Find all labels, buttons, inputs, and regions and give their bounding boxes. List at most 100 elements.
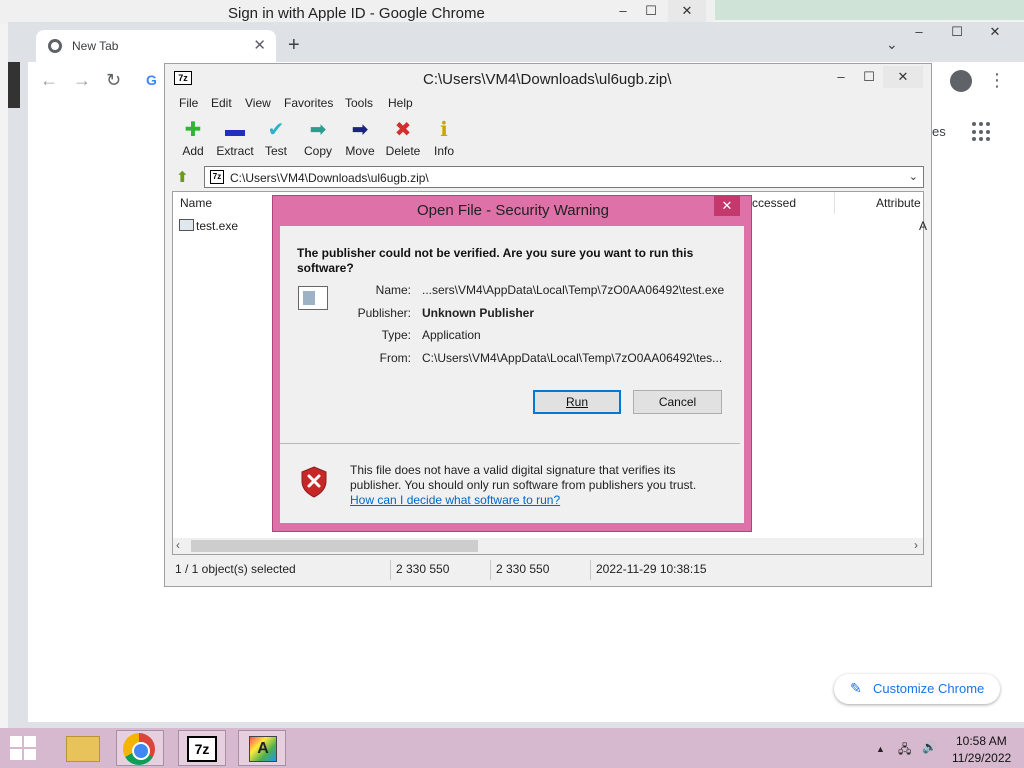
status-separator — [590, 560, 591, 580]
chrome-maximize-button[interactable]: ☐ — [938, 22, 976, 42]
tab-close-icon[interactable]: ✕ — [253, 36, 266, 54]
sevenzip-titlebar: 7z C:\Users\VM4\Downloads\ul6ugb.zip\ – … — [165, 64, 931, 94]
scroll-right-icon[interactable]: › — [914, 538, 918, 552]
chrome-minimize-button[interactable]: – — [900, 22, 938, 42]
google-apps-grid-icon[interactable] — [972, 122, 992, 142]
sevenzip-title: C:\Users\VM4\Downloads\ul6ugb.zip\ — [423, 71, 672, 88]
column-name[interactable]: Name — [180, 192, 212, 214]
warning-text: This file does not have a valid digital … — [350, 463, 697, 492]
add-button[interactable]: ✚ Add — [170, 118, 216, 158]
copy-button[interactable]: ➡ Copy — [295, 118, 341, 158]
chevron-down-icon[interactable]: ⌄ — [909, 170, 918, 183]
zip-archive-icon: 7z — [210, 170, 224, 184]
network-icon[interactable]: 🖧 — [898, 740, 911, 761]
menu-file[interactable]: File — [179, 96, 198, 110]
chrome-logo-icon — [48, 39, 62, 53]
chrome-close-button[interactable]: ✕ — [976, 22, 1014, 42]
new-tab-button[interactable]: + — [288, 34, 300, 57]
reload-button[interactable]: ↻ — [106, 70, 121, 91]
chrome-icon — [123, 733, 155, 765]
sevenzip-app-icon: 7z — [174, 71, 192, 85]
scrollbar-thumb[interactable] — [191, 540, 478, 552]
taskbar-chrome[interactable] — [116, 730, 164, 766]
clock-time[interactable]: 10:58 AM — [956, 734, 1007, 748]
tab-list-button[interactable]: ⌄ — [886, 36, 898, 53]
taskbar-app[interactable]: A — [238, 730, 286, 766]
back-button[interactable]: ← — [40, 70, 58, 91]
volume-icon[interactable]: 🔊 — [922, 740, 937, 754]
arrow-right-icon: ➡ — [351, 119, 369, 141]
test-button[interactable]: ✔ Test — [253, 118, 299, 158]
name-label: Name: — [375, 283, 411, 297]
extract-label: Extract — [216, 144, 254, 158]
dialog-separator — [280, 443, 740, 444]
exe-file-icon — [179, 219, 194, 231]
delete-button[interactable]: ✖ Delete — [380, 118, 426, 158]
type-label: Type: — [381, 328, 411, 342]
file-name[interactable]: test.exe — [196, 219, 238, 233]
folder-up-icon[interactable]: ⬆ — [176, 168, 194, 186]
double-arrow-icon: ➡ — [309, 119, 327, 141]
background-sidebar — [8, 62, 20, 108]
folder-icon — [66, 736, 100, 762]
address-bar[interactable]: 7z C:\Users\VM4\Downloads\ul6ugb.zip\ ⌄ — [204, 166, 924, 188]
info-icon: ℹ — [440, 119, 448, 141]
publisher-label: Publisher: — [357, 306, 411, 320]
status-modified: 2022-11-29 10:38:15 — [596, 562, 707, 576]
move-button[interactable]: ➡ Move — [337, 118, 383, 158]
pencil-icon: ✎ — [850, 680, 862, 696]
google-apps-label[interactable]: es — [932, 124, 946, 139]
column-divider — [834, 192, 835, 214]
horizontal-scrollbar[interactable]: ‹ › — [173, 538, 923, 554]
google-icon: G — [146, 72, 157, 88]
tab-title: New Tab — [72, 39, 119, 53]
taskbar-7zip[interactable]: 7z — [178, 730, 226, 766]
dialog-title: Open File - Security Warning — [416, 202, 609, 219]
info-label: Info — [433, 144, 454, 158]
delete-label: Delete — [385, 144, 421, 158]
plus-icon: ✚ — [184, 119, 202, 141]
dialog-close-button[interactable]: ✕ — [714, 196, 740, 216]
menu-view[interactable]: View — [245, 96, 271, 110]
clock-date[interactable]: 11/29/2022 — [952, 751, 1011, 765]
menu-edit[interactable]: Edit — [211, 96, 232, 110]
info-button[interactable]: ℹ Info — [421, 118, 467, 158]
background-window-title: Sign in with Apple ID - Google Chrome — [228, 5, 485, 22]
menu-tools[interactable]: Tools — [345, 96, 373, 110]
profile-avatar-icon[interactable] — [950, 70, 972, 92]
publisher-value: Unknown Publisher — [422, 306, 535, 320]
type-value: Application — [422, 328, 481, 342]
file-attribute: A — [919, 219, 928, 233]
help-link[interactable]: How can I decide what software to run? — [350, 493, 560, 507]
from-value: C:\Users\VM4\AppData\Local\Temp\7zO0AA06… — [422, 351, 723, 365]
run-button[interactable]: Run — [533, 390, 621, 414]
extract-button[interactable]: ▬ Extract — [212, 118, 258, 158]
scroll-left-icon[interactable]: ‹ — [176, 538, 180, 552]
status-packed: 2 330 550 — [496, 562, 550, 576]
run-label: Run — [565, 395, 588, 409]
chrome-menu-button[interactable]: ⋮ — [988, 70, 1006, 91]
background-close-button[interactable]: ✕ — [668, 0, 706, 22]
check-icon: ✔ — [267, 119, 285, 141]
taskbar-file-explorer[interactable] — [60, 730, 108, 766]
status-separator — [490, 560, 491, 580]
add-label: Add — [182, 144, 204, 158]
column-accessed[interactable]: ccessed — [752, 192, 796, 214]
status-selected: 1 / 1 object(s) selected — [175, 562, 296, 576]
background-window-strip — [715, 0, 1024, 20]
sevenzip-close-button[interactable]: ✕ — [883, 66, 923, 88]
column-attributes[interactable]: Attribute — [876, 192, 921, 214]
cancel-button[interactable]: Cancel — [633, 390, 722, 414]
move-label: Move — [345, 144, 375, 158]
copy-label: Copy — [303, 144, 332, 158]
menu-help[interactable]: Help — [388, 96, 413, 110]
customize-chrome-button[interactable]: ✎ Customize Chrome — [834, 674, 1000, 704]
forward-button[interactable]: → — [73, 70, 91, 91]
status-size: 2 330 550 — [396, 562, 450, 576]
windows-start-icon[interactable] — [10, 736, 36, 760]
chrome-tab-new-tab[interactable]: New Tab ✕ — [36, 30, 276, 62]
dialog-question: The publisher could not be verified. Are… — [297, 246, 694, 275]
tray-expand-icon[interactable]: ▲ — [876, 744, 885, 754]
menu-favorites[interactable]: Favorites — [284, 96, 333, 110]
background-maximize-button[interactable]: ☐ — [632, 0, 670, 22]
